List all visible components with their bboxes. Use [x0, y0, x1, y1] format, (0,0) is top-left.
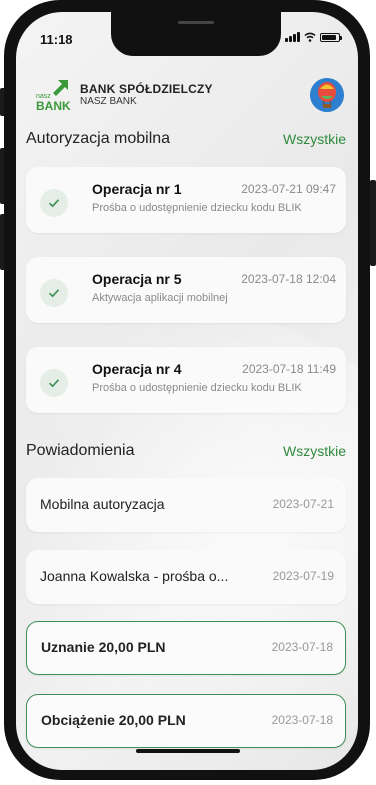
home-indicator[interactable] [136, 749, 240, 753]
hot-air-balloon-icon [310, 78, 344, 112]
notification-title: Mobilna autoryzacja [40, 496, 165, 512]
notification-title: Uznanie 20,00 PLN [41, 639, 166, 655]
authorization-title: Operacja nr 4 [92, 361, 182, 377]
notification-date: 2023-07-18 [271, 713, 333, 727]
notification-card-1[interactable]: Mobilna autoryzacja 2023-07-21 [26, 478, 346, 532]
app-header: nasz BANK BANK SPÓŁDZIELCZY NASZ BANK [16, 74, 358, 118]
authorization-title: Operacja nr 1 [92, 181, 182, 197]
notification-card-4[interactable]: Obciążenie 20,00 PLN 2023-07-18 [26, 694, 346, 748]
notification-card-2[interactable]: Joanna Kowalska - prośba o... 2023-07-19 [26, 550, 346, 604]
authorization-date: 2023-07-21 09:47 [241, 182, 336, 196]
authorization-description: Aktywacja aplikacji mobilnej [92, 292, 228, 304]
authorization-card-1[interactable]: Operacja nr 1 2023-07-21 09:47 Prośba o … [26, 167, 346, 233]
bank-logo: nasz BANK [36, 80, 71, 112]
authorization-title: Operacja nr 5 [92, 271, 182, 287]
bank-name: BANK SPÓŁDZIELCZY [80, 82, 213, 96]
bank-subtitle: NASZ BANK [80, 96, 137, 107]
logo-big-text: BANK [36, 99, 71, 112]
notification-date: 2023-07-18 [271, 640, 333, 654]
power-button [370, 180, 376, 266]
notification-card-3[interactable]: Uznanie 20,00 PLN 2023-07-18 [26, 621, 346, 675]
notification-date: 2023-07-19 [272, 569, 334, 583]
authorization-description: Prośba o udostępnienie dziecku kodu BLIK [92, 382, 302, 394]
check-icon [40, 369, 68, 397]
authorization-card-3[interactable]: Operacja nr 4 2023-07-18 11:49 Prośba o … [26, 347, 346, 413]
check-icon [40, 189, 68, 217]
authorization-description: Prośba o udostępnienie dziecku kodu BLIK [92, 202, 302, 214]
avatar[interactable] [310, 78, 344, 112]
status-icons [285, 32, 342, 42]
signal-icon [285, 32, 300, 42]
authorizations-see-all-link[interactable]: Wszystkie [283, 131, 346, 147]
notch [111, 12, 281, 56]
notifications-see-all-link[interactable]: Wszystkie [283, 443, 346, 459]
status-time: 11:18 [40, 32, 73, 47]
section-title-notifications: Powiadomienia [26, 442, 135, 459]
notification-title: Obciążenie 20,00 PLN [41, 712, 186, 728]
check-icon [40, 279, 68, 307]
battery-icon [320, 32, 342, 42]
authorization-date: 2023-07-18 11:49 [242, 362, 336, 376]
wifi-icon [304, 32, 316, 42]
notification-date: 2023-07-21 [272, 497, 334, 511]
screen: 11:18 nasz BANK BANK SPÓŁDZIELCZY NASZ B… [16, 12, 358, 770]
authorization-date: 2023-07-18 12:04 [241, 272, 336, 286]
notification-title: Joanna Kowalska - prośba o... [40, 568, 229, 584]
section-title-authorizations: Autoryzacja mobilna [26, 130, 171, 147]
phone-frame: 11:18 nasz BANK BANK SPÓŁDZIELCZY NASZ B… [4, 0, 370, 780]
authorization-card-2[interactable]: Operacja nr 5 2023-07-18 12:04 Aktywacja… [26, 257, 346, 323]
